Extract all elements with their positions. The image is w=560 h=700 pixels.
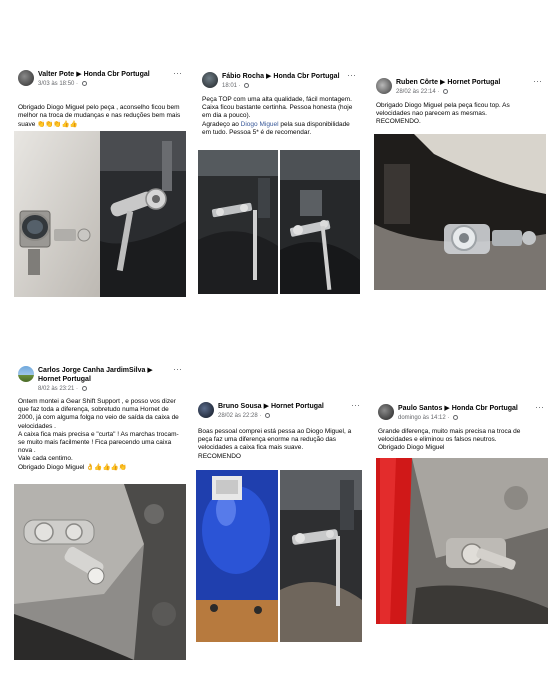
globe-icon: [265, 412, 271, 418]
post-header: Carlos Jorge Canha JardimSilva ▶ Hornet Po…: [18, 364, 182, 396]
post-time[interactable]: 18:01: [222, 83, 237, 89]
mention-link[interactable]: Diogo Miguel: [241, 121, 279, 128]
post-fabio-rocha: Fábio Rocha ▶ Honda Cbr Portugal 18:01 · ·…: [198, 68, 360, 294]
post-text: Peça TOP com uma alta qualidade, fácil m…: [202, 96, 353, 136]
post-text: Obrigado Diogo Miguel pelo peça , aconse…: [18, 104, 181, 128]
post-valter-pote: Valter Pote ▶ Honda Cbr Portugal 3/03 às 1…: [14, 66, 186, 298]
author-name[interactable]: Bruno Sousa: [218, 403, 262, 410]
globe-icon: [443, 88, 449, 94]
more-options-icon[interactable]: ···: [173, 364, 182, 374]
post-ruben-corte: Ruben Côrte ▶ Hornet Portugal 28/02 às 22:…: [372, 74, 546, 292]
post-photo[interactable]: [376, 458, 548, 624]
post-photo-1[interactable]: [196, 470, 278, 642]
globe-icon: [81, 80, 87, 86]
post-time[interactable]: 3/03 às 18:50: [38, 81, 74, 87]
post-time[interactable]: domingo às 14:12: [398, 415, 446, 421]
post-photo-2[interactable]: [280, 150, 360, 294]
post-photo-2[interactable]: [100, 131, 186, 297]
arrow-icon: ▶: [147, 367, 153, 374]
author-name[interactable]: Fábio Rocha: [222, 73, 264, 80]
post-time[interactable]: 28/02 às 22:28: [218, 413, 258, 419]
arrow-icon: ▶: [440, 79, 446, 86]
post-text: Boas pessoal comprei está pessa ao Diogo…: [198, 428, 352, 460]
globe-icon: [81, 385, 87, 391]
author-name[interactable]: Paulo Santos: [398, 405, 442, 412]
post-photo[interactable]: [374, 134, 546, 290]
globe-icon: [244, 82, 250, 88]
more-options-icon[interactable]: ···: [533, 76, 542, 86]
post-time[interactable]: 8/02 às 23:21: [38, 386, 74, 392]
group-name[interactable]: Honda Cbr Portugal: [452, 405, 518, 412]
post-text: Obrigado Diogo Miguel pela peça ficou to…: [376, 102, 510, 126]
arrow-icon: ▶: [76, 71, 82, 78]
group-name[interactable]: Honda Cbr Portugal: [273, 73, 339, 80]
avatar[interactable]: [18, 366, 34, 382]
post-text: Grande diferença, muito mais precisa na …: [378, 428, 521, 452]
group-name[interactable]: Honda Cbr Portugal: [84, 71, 150, 78]
avatar[interactable]: [198, 402, 214, 418]
author-name[interactable]: Carlos Jorge Canha JardimSilva: [38, 367, 145, 374]
group-name[interactable]: Hornet Portugal: [447, 79, 500, 86]
post-photo-1[interactable]: [198, 150, 278, 294]
post-carlos-jorge: Carlos Jorge Canha JardimSilva ▶ Hornet Po…: [14, 362, 186, 660]
arrow-icon: ▶: [266, 73, 272, 80]
more-options-icon[interactable]: ···: [347, 70, 356, 80]
emoji-reactions: 👏👏👏👍👍: [37, 120, 78, 128]
post-photo-2[interactable]: [280, 470, 362, 642]
group-name[interactable]: Hornet Portugal: [38, 376, 91, 383]
post-bruno-sousa: Bruno Sousa ▶ Hornet Portugal 28/02 às 22:…: [194, 398, 364, 644]
more-options-icon[interactable]: ···: [535, 402, 544, 412]
post-text: Ontem montei a Gear Shift Support , e po…: [18, 398, 179, 471]
more-options-icon[interactable]: ···: [351, 400, 360, 410]
author-name[interactable]: Valter Pote: [38, 71, 74, 78]
group-name[interactable]: Hornet Portugal: [271, 403, 324, 410]
post-photo[interactable]: [14, 484, 186, 660]
more-options-icon[interactable]: ···: [173, 68, 182, 78]
globe-icon: [453, 414, 459, 420]
author-name[interactable]: Ruben Côrte: [396, 79, 438, 86]
post-photo-1[interactable]: [14, 131, 100, 297]
emoji-reactions: 👌👍👍👍👏: [86, 463, 127, 471]
post-paulo-santos: Paulo Santos ▶ Honda Cbr Portugal domingo …: [374, 400, 548, 626]
avatar[interactable]: [202, 72, 218, 88]
avatar[interactable]: [376, 78, 392, 94]
arrow-icon: ▶: [444, 405, 450, 412]
arrow-icon: ▶: [263, 403, 269, 410]
avatar[interactable]: [18, 70, 34, 86]
avatar[interactable]: [378, 404, 394, 420]
post-time[interactable]: 28/02 às 22:14: [396, 89, 436, 95]
